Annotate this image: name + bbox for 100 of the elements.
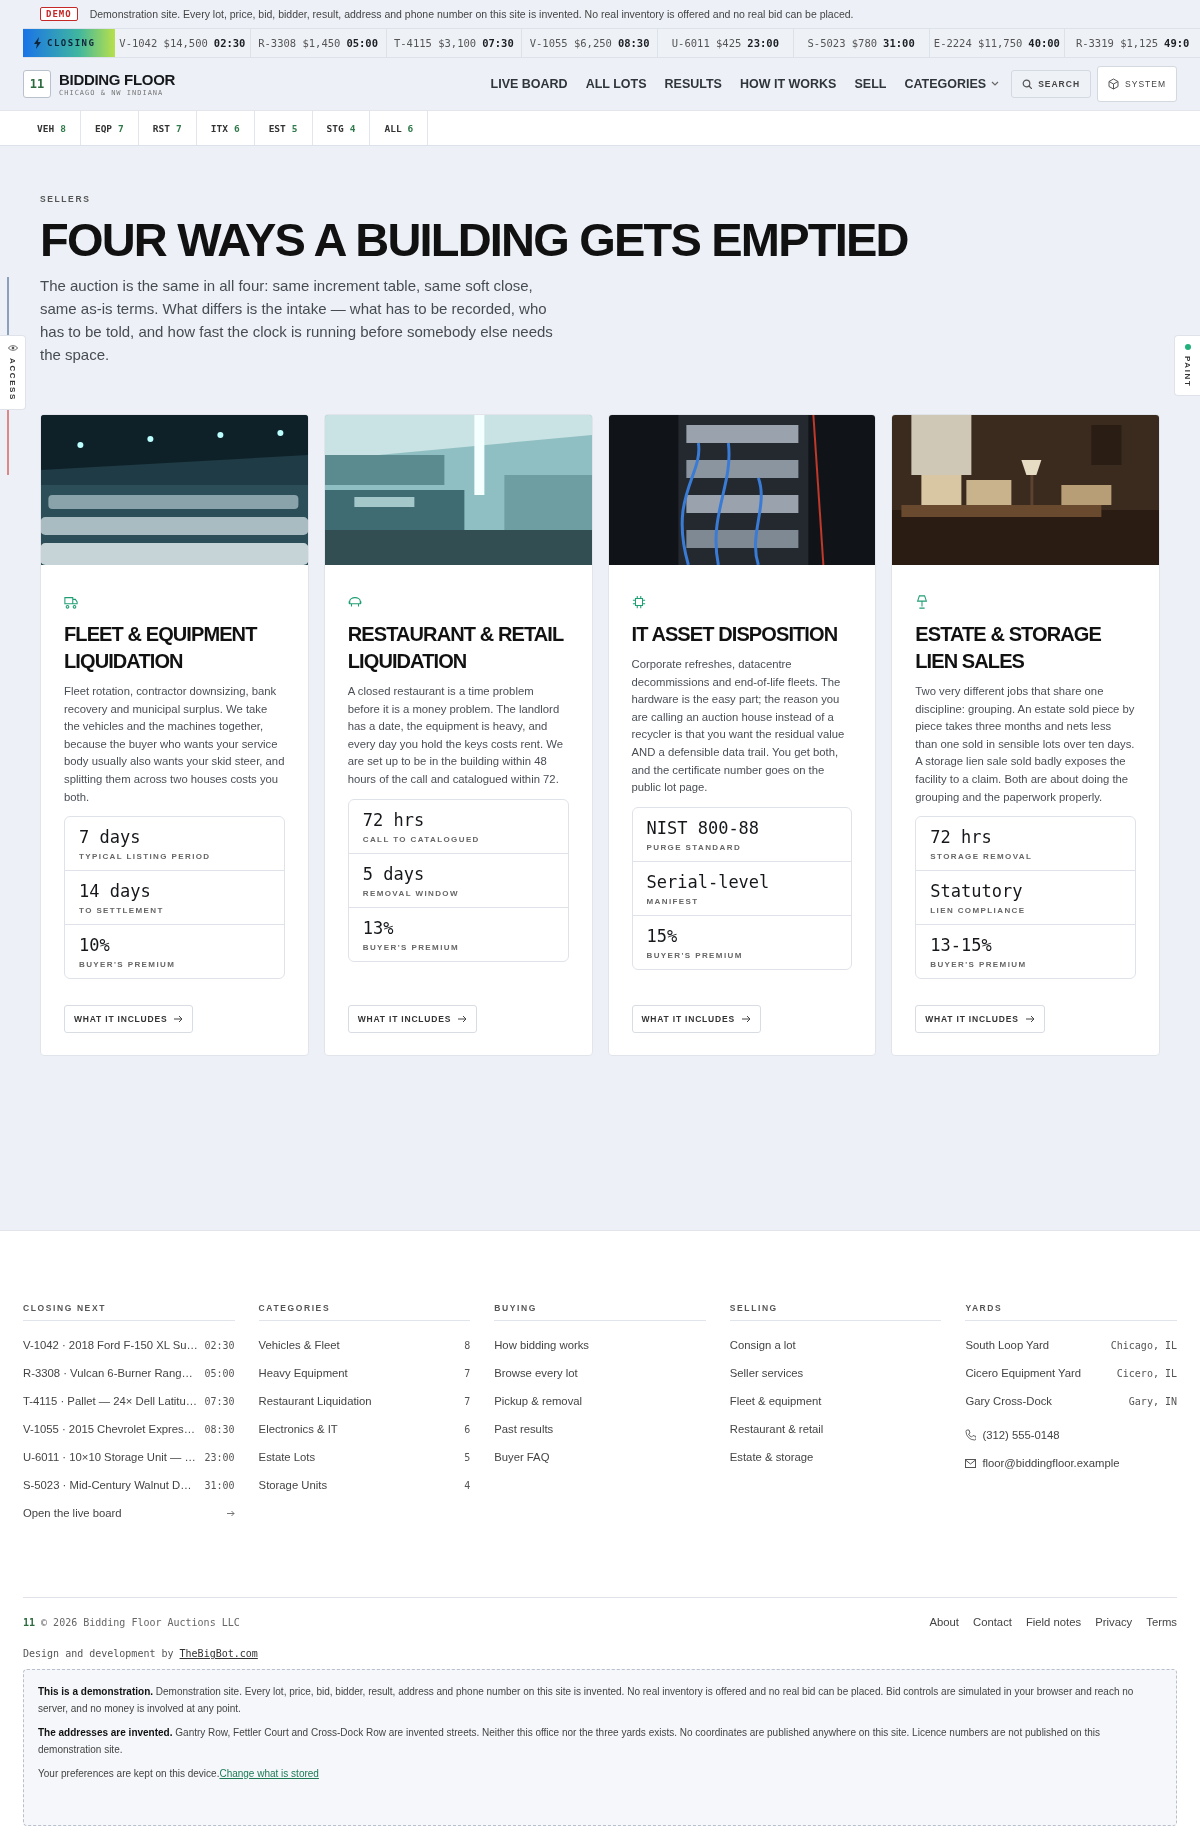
card-description: Corporate refreshes, datacentre decommissions and end-of-life fleets. The hardware is the easy part; the reason you are calling an auction house instead of a recycler is that you want the residual value AND a defensible data trail. You get both, and the certificate number goes on the public lot page. [631,657,846,796]
ticker-item[interactable]: R-3308 $1,450 05:00 [250,29,387,57]
column-heading: CATEGORIES [258,1303,471,1321]
yard-city: Cicero, IL [1116,1367,1177,1379]
ticker-item[interactable]: T-4115 $3,100 07:30 [386,29,523,57]
category-link[interactable]: Vehicles & Fleet 8 [258,1331,471,1359]
column-heading: YARDS [965,1303,1177,1321]
demo-badge: DEMO [40,7,78,21]
nav-link[interactable]: LIVE BOARD [490,77,568,91]
footer-link[interactable]: Browse every lot [494,1359,706,1387]
closing-lot-link[interactable]: V-1042 · 2018 Ford F-150 XL Su… 02:30 [23,1331,235,1359]
email-address[interactable]: floor@biddingfloor.example [982,1457,1120,1469]
category-tab[interactable]: STG 4 [312,111,371,145]
caret-icon [991,81,1000,87]
nav-link[interactable]: HOW IT WORKS [739,77,837,91]
includes-button[interactable]: WHAT IT INCLUDES [631,1005,761,1034]
footer-link[interactable]: Pickup & removal [494,1387,706,1415]
preferences-link[interactable]: Change what is stored [219,1768,319,1779]
stat-value: 5 days [362,863,426,884]
paint-tab[interactable]: PAINT [1174,335,1200,397]
closing-lot-link[interactable]: U-6011 · 10×10 Storage Unit — … 23:00 [23,1443,235,1471]
card-description: A closed restaurant is a time problem before it is a money problem. The landlord has a date, the equipment is heavy, and every day you hold the keys costs rent. We are set up to be in the building within 48 hours of the call and catalogued within 72. [347,684,564,787]
includes-button[interactable]: WHAT IT INCLUDES [915,1005,1045,1034]
stat-value: Statutory [930,881,1024,902]
nav-link[interactable]: RESULTS [664,77,722,91]
footer-link[interactable]: About [929,1616,959,1628]
includes-button[interactable]: WHAT IT INCLUDES [347,1005,478,1034]
yard-name: Cicero Equipment Yard [965,1367,1082,1379]
footer-link[interactable]: Field notes [1025,1616,1082,1628]
stat-label: LIEN COMPLIANCE [930,906,1027,916]
phone-number[interactable]: (312) 555-0148 [982,1429,1060,1441]
category-tab[interactable]: ALL 6 [370,111,429,145]
category-link[interactable]: Estate Lots 5 [258,1443,471,1471]
closing-lot-link[interactable]: R-3308 · Vulcan 6-Burner Rang… 05:00 [23,1359,235,1387]
stat-value: 13-15% [930,935,993,956]
live-board-link[interactable]: Open the live board [23,1499,235,1527]
stat-label: STORAGE REMOVAL [930,852,1034,862]
stat-label: BUYER'S PREMIUM [646,950,744,960]
nav-link[interactable]: SELL [854,77,887,91]
category-link[interactable]: Electronics & IT 6 [258,1415,471,1443]
access-tab[interactable]: ACCESS [0,335,26,410]
stat-value: 13% [362,917,395,938]
closing-lot-link[interactable]: V-1055 · 2015 Chevrolet Expres… 08:30 [23,1415,235,1443]
categories-menu[interactable]: CATEGORIES [904,77,1000,91]
arrow-icon [226,1509,235,1517]
yard-name: South Loop Yard [965,1339,1050,1351]
ticker-item[interactable]: U-6011 $425 23:00 [658,29,794,57]
ticker-item[interactable]: S-5023 $780 31:00 [793,29,930,57]
closing-lot-link[interactable]: S-5023 · Mid-Century Walnut D… 31:00 [23,1471,235,1499]
preferences-note: Your preferences are kept on this device.Change what is stored [38,1767,320,1781]
footer-link[interactable]: Fleet & equipment [729,1387,942,1415]
category-tab[interactable]: EQP 7 [80,111,139,145]
stat-label: TYPICAL LISTING PERIOD [79,852,212,862]
category-link[interactable]: Restaurant Liquidation 7 [258,1387,471,1415]
card-title: FLEET & EQUIPMENT LIQUIDATION [64,622,258,674]
footer-link[interactable]: Privacy [1095,1616,1133,1628]
ticker-item[interactable]: R-3319 $1,125 49:0 [1065,29,1200,57]
copyright: 11 © 2026 Bidding Floor Auctions LLC [23,1616,240,1628]
footer-link[interactable]: Estate & storage [729,1443,942,1471]
category-tab[interactable]: VEH 8 [23,111,81,145]
category-tab[interactable]: RST 7 [138,111,197,145]
category-link[interactable]: Heavy Equipment 7 [258,1359,471,1387]
closing-lot-link[interactable]: T-4115 · Pallet — 24× Dell Latitu… 07:30 [23,1387,235,1415]
system-button[interactable]: SYSTEM [1097,66,1177,102]
stat-value: 72 hrs [362,809,426,830]
footer-link[interactable]: Terms [1146,1616,1177,1628]
card-description: Fleet rotation, contractor downsizing, bank recovery and municipal surplus. We take the vehicles and the machines together, because the buyer who wants your service body usually also wants your skid steer, and splitting them across two houses costs you both. [64,684,285,805]
includes-button[interactable]: WHAT IT INCLUDES [64,1005,194,1034]
nav-link[interactable]: ALL LOTS [585,77,647,91]
stat-label: TO SETTLEMENT [79,906,165,916]
arrow-icon [741,1015,751,1024]
footer-link[interactable]: Seller services [729,1359,942,1387]
stat-label: CALL TO CATALOGUED [362,834,481,844]
chip-icon [631,595,646,609]
credit-link[interactable]: TheBigBot.com [179,1648,258,1659]
footer-link[interactable]: Past results [494,1415,706,1443]
stat-value: 14 days [79,881,152,902]
category-tab[interactable]: EST 5 [254,111,313,145]
arrow-icon [174,1015,184,1024]
footer-link[interactable]: Restaurant & retail [729,1415,942,1443]
category-tab[interactable]: ITX 6 [196,111,255,145]
page-title: FOUR WAYS A BUILDING GETS EMPTIED [40,212,909,268]
search-button[interactable]: SEARCH [1011,70,1092,98]
ticker-item[interactable]: E-2224 $11,750 40:00 [929,29,1066,57]
ticker-item[interactable]: V-1055 $6,250 08:30 [522,29,658,57]
footer-link[interactable]: How bidding works [494,1331,706,1359]
yard-city: Chicago, IL [1110,1339,1177,1351]
footer-link[interactable]: Buyer FAQ [494,1443,706,1471]
ticker-item[interactable]: V-1042 $14,500 02:30 [115,29,251,57]
stat-value: 15% [646,925,679,946]
category-link[interactable]: Storage Units 4 [258,1471,471,1499]
yard-city: Gary, IN [1128,1395,1177,1407]
footer-link[interactable]: Consign a lot [729,1331,942,1359]
stat-label: PURGE STANDARD [646,842,743,852]
logo-mark[interactable]: 11 [23,70,51,98]
stat-label: BUYER'S PREMIUM [930,960,1028,970]
stat-value: 10% [79,935,111,956]
stat-value: 72 hrs [930,827,993,848]
mail-icon [965,1458,977,1468]
footer-link[interactable]: Contact [973,1616,1012,1628]
